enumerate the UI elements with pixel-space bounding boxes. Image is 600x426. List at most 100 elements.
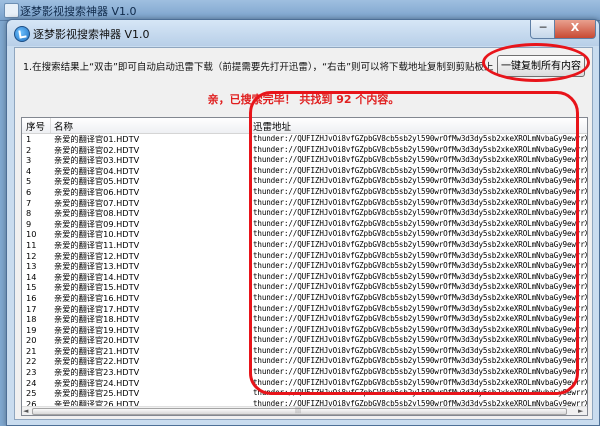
row-name: 亲爱的翻译官17.HDTV bbox=[54, 303, 140, 314]
row-number: 17 bbox=[26, 303, 37, 314]
column-divider[interactable] bbox=[249, 118, 250, 133]
row-name: 亲爱的翻译官04.HDTV bbox=[54, 165, 140, 176]
table-row[interactable]: 8 亲爱的翻译官08.HDTV thunder://QUFIZHJvOi8vfGZp… bbox=[22, 208, 587, 219]
scrollbar-grip-icon: ||| bbox=[295, 407, 302, 414]
row-thunder-url: thunder://QUFIZHJvOi8vfGZpbGV8cb5sb2yl59… bbox=[253, 186, 588, 196]
background-window-titlebar: 逐梦影视搜索神器 V1.0 bbox=[0, 0, 600, 21]
minimize-button[interactable]: ─ bbox=[530, 20, 556, 39]
title-bar[interactable]: 逐梦影视搜索神器 V1.0 ─ X bbox=[7, 20, 599, 46]
row-thunder-url: thunder://QUFIZHJvOi8vfGZpbGV8cb5sb2yl59… bbox=[253, 144, 588, 154]
horizontal-scrollbar[interactable]: ◄ ||| ► bbox=[22, 406, 587, 415]
copy-all-button[interactable]: 一键复制所有内容 bbox=[497, 55, 585, 77]
table-row[interactable]: 20 亲爱的翻译官20.HDTV thunder://QUFIZHJvOi8vfGZ… bbox=[22, 335, 587, 346]
table-row[interactable]: 22 亲爱的翻译官22.HDTV thunder://QUFIZHJvOi8vfGZ… bbox=[22, 356, 587, 367]
row-name: 亲爱的翻译官06.HDTV bbox=[54, 186, 140, 197]
row-name: 亲爱的翻译官19.HDTV bbox=[54, 324, 140, 335]
scroll-right-icon[interactable]: ► bbox=[578, 407, 583, 415]
row-thunder-url: thunder://QUFIZHJvOi8vfGZpbGV8cb5sb2yl59… bbox=[253, 367, 588, 377]
table-row[interactable]: 3 亲爱的翻译官03.HDTV thunder://QUFIZHJvOi8vfGZp… bbox=[22, 155, 587, 166]
table-row[interactable]: 23 亲爱的翻译官23.HDTV thunder://QUFIZHJvOi8vfGZ… bbox=[22, 367, 587, 378]
table-row[interactable]: 18 亲爱的翻译官18.HDTV thunder://QUFIZHJvOi8vfGZ… bbox=[22, 314, 587, 325]
row-name: 亲爱的翻译官18.HDTV bbox=[54, 314, 140, 325]
column-header-number[interactable]: 序号 bbox=[26, 119, 45, 133]
row-thunder-url: thunder://QUFIZHJvOi8vfGZpbGV8cb5sb2yl59… bbox=[253, 345, 588, 355]
table-row[interactable]: 15 亲爱的翻译官15.HDTV thunder://QUFIZHJvOi8vfGZ… bbox=[22, 282, 587, 293]
row-name: 亲爱的翻译官09.HDTV bbox=[54, 218, 140, 229]
table-row[interactable]: 19 亲爱的翻译官19.HDTV thunder://QUFIZHJvOi8vfGZ… bbox=[22, 325, 587, 336]
row-number: 15 bbox=[26, 282, 37, 293]
row-number: 7 bbox=[26, 197, 32, 208]
row-name: 亲爱的翻译官16.HDTV bbox=[54, 292, 140, 303]
column-header-name[interactable]: 名称 bbox=[54, 119, 73, 133]
table-row[interactable]: 5 亲爱的翻译官05.HDTV thunder://QUFIZHJvOi8vfGZp… bbox=[22, 176, 587, 187]
row-number: 22 bbox=[26, 356, 37, 367]
row-name: 亲爱的翻译官20.HDTV bbox=[54, 335, 140, 346]
row-thunder-url: thunder://QUFIZHJvOi8vfGZpbGV8cb5sb2yl59… bbox=[253, 197, 588, 207]
row-thunder-url: thunder://QUFIZHJvOi8vfGZpbGV8cb5sb2yl59… bbox=[253, 218, 588, 228]
row-name: 亲爱的翻译官11.HDTV bbox=[54, 239, 140, 250]
scroll-left-icon[interactable]: ◄ bbox=[23, 407, 28, 415]
column-header-url[interactable]: 迅雷地址 bbox=[253, 119, 291, 133]
row-number: 8 bbox=[26, 208, 32, 219]
status-message: 亲，已搜索完毕！ 共找到 92 个内容。 bbox=[207, 93, 400, 106]
row-number: 14 bbox=[26, 271, 37, 282]
row-number: 1 bbox=[26, 134, 32, 144]
row-thunder-url: thunder://QUFIZHJvOi8vfGZpbGV8cb5sb2yl59… bbox=[253, 155, 588, 165]
table-row[interactable]: 14 亲爱的翻译官14.HDTV thunder://QUFIZHJvOi8vfGZ… bbox=[22, 272, 587, 283]
table-row[interactable]: 13 亲爱的翻译官13.HDTV thunder://QUFIZHJvOi8vfGZ… bbox=[22, 261, 587, 272]
row-name: 亲爱的翻译官21.HDTV bbox=[54, 345, 140, 356]
row-thunder-url: thunder://QUFIZHJvOi8vfGZpbGV8cb5sb2yl59… bbox=[253, 208, 588, 218]
client-area: 1.在搜索结果上“双击”即可自动启动迅雷下载（前提需要先打开迅雷），“右击”则可… bbox=[14, 47, 593, 420]
row-number: 18 bbox=[26, 314, 37, 325]
background-window-title: 逐梦影视搜索神器 V1.0 bbox=[20, 5, 137, 18]
row-thunder-url: thunder://QUFIZHJvOi8vfGZpbGV8cb5sb2yl59… bbox=[253, 282, 588, 292]
row-number: 4 bbox=[26, 165, 32, 176]
scrollbar-thumb[interactable]: ||| bbox=[32, 407, 567, 415]
row-number: 20 bbox=[26, 335, 37, 346]
table-row[interactable]: 9 亲爱的翻译官09.HDTV thunder://QUFIZHJvOi8vfGZp… bbox=[22, 219, 587, 230]
row-name: 亲爱的翻译官03.HDTV bbox=[54, 155, 140, 166]
table-row[interactable]: 16 亲爱的翻译官16.HDTV thunder://QUFIZHJvOi8vfGZ… bbox=[22, 293, 587, 304]
row-name: 亲爱的翻译官22.HDTV bbox=[54, 356, 140, 367]
column-divider[interactable] bbox=[50, 118, 51, 133]
row-thunder-url: thunder://QUFIZHJvOi8vfGZpbGV8cb5sb2yl59… bbox=[253, 356, 588, 366]
row-thunder-url: thunder://QUFIZHJvOi8vfGZpbGV8cb5sb2yl59… bbox=[253, 271, 588, 281]
row-name: 亲爱的翻译官23.HDTV bbox=[54, 367, 140, 378]
row-number: 9 bbox=[26, 218, 32, 229]
row-number: 11 bbox=[26, 239, 37, 250]
row-name: 亲爱的翻译官07.HDTV bbox=[54, 197, 140, 208]
table-row[interactable]: 6 亲爱的翻译官06.HDTV thunder://QUFIZHJvOi8vfGZp… bbox=[22, 187, 587, 198]
close-button[interactable]: X bbox=[554, 20, 596, 39]
table-row[interactable]: 17 亲爱的翻译官17.HDTV thunder://QUFIZHJvOi8vfGZ… bbox=[22, 304, 587, 315]
table-row[interactable]: 21 亲爱的翻译官21.HDTV thunder://QUFIZHJvOi8vfGZ… bbox=[22, 346, 587, 357]
background-app-icon bbox=[4, 3, 19, 18]
table-row[interactable]: 25 亲爱的翻译官25.HDTV thunder://QUFIZHJvOi8vfGZ… bbox=[22, 388, 587, 399]
row-number: 10 bbox=[26, 229, 37, 240]
row-name: 亲爱的翻译官08.HDTV bbox=[54, 208, 140, 219]
row-thunder-url: thunder://QUFIZHJvOi8vfGZpbGV8cb5sb2yl59… bbox=[253, 176, 588, 186]
table-row[interactable]: 4 亲爱的翻译官04.HDTV thunder://QUFIZHJvOi8vfGZp… bbox=[22, 166, 587, 177]
table-row[interactable]: 11 亲爱的翻译官11.HDTV thunder://QUFIZHJvOi8vfGZ… bbox=[22, 240, 587, 251]
row-thunder-url: thunder://QUFIZHJvOi8vfGZpbGV8cb5sb2yl59… bbox=[253, 134, 588, 143]
app-icon bbox=[14, 26, 30, 42]
table-row[interactable]: 1 亲爱的翻译官01.HDTV thunder://QUFIZHJvOi8vfGZp… bbox=[22, 134, 587, 145]
table-row[interactable]: 10 亲爱的翻译官10.HDTV thunder://QUFIZHJvOi8vfGZ… bbox=[22, 229, 587, 240]
row-thunder-url: thunder://QUFIZHJvOi8vfGZpbGV8cb5sb2yl59… bbox=[253, 377, 588, 387]
row-thunder-url: thunder://QUFIZHJvOi8vfGZpbGV8cb5sb2yl59… bbox=[253, 250, 588, 260]
row-name: 亲爱的翻译官14.HDTV bbox=[54, 271, 140, 282]
row-thunder-url: thunder://QUFIZHJvOi8vfGZpbGV8cb5sb2yl59… bbox=[253, 261, 588, 271]
table-row[interactable]: 7 亲爱的翻译官07.HDTV thunder://QUFIZHJvOi8vfGZp… bbox=[22, 198, 587, 209]
row-name: 亲爱的翻译官10.HDTV bbox=[54, 229, 140, 240]
row-thunder-url: thunder://QUFIZHJvOi8vfGZpbGV8cb5sb2yl59… bbox=[253, 292, 588, 302]
row-number: 16 bbox=[26, 292, 37, 303]
row-name: 亲爱的翻译官15.HDTV bbox=[54, 282, 140, 293]
results-list[interactable]: 序号 名称 迅雷地址 1 亲爱的翻译官01.HDTV thunder://QUFIZ… bbox=[21, 117, 588, 416]
table-row[interactable]: 12 亲爱的翻译官12.HDTV thunder://QUFIZHJvOi8vfGZ… bbox=[22, 251, 587, 262]
row-name: 亲爱的翻译官25.HDTV bbox=[54, 388, 140, 399]
table-row[interactable]: 2 亲爱的翻译官02.HDTV thunder://QUFIZHJvOi8vfGZp… bbox=[22, 145, 587, 156]
row-name: 亲爱的翻译官05.HDTV bbox=[54, 176, 140, 187]
row-number: 24 bbox=[26, 377, 37, 388]
table-row[interactable]: 24 亲爱的翻译官24.HDTV thunder://QUFIZHJvOi8vfGZ… bbox=[22, 378, 587, 389]
row-thunder-url: thunder://QUFIZHJvOi8vfGZpbGV8cb5sb2yl59… bbox=[253, 303, 588, 313]
row-name: 亲爱的翻译官12.HDTV bbox=[54, 250, 140, 261]
